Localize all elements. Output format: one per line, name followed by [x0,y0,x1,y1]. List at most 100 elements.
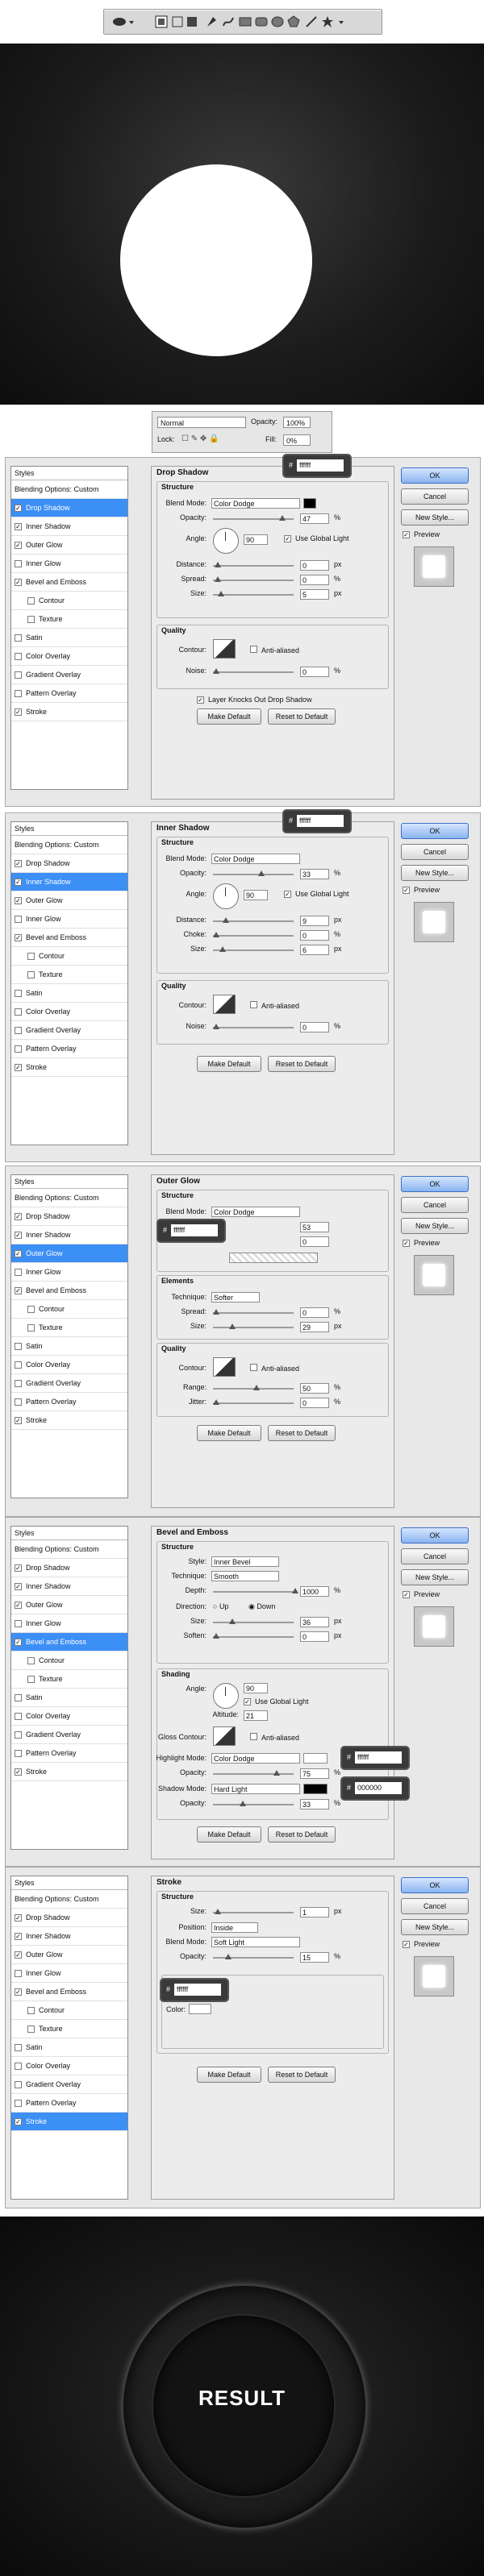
style-item-inner-shadow[interactable]: ✓ Inner Shadow [11,517,127,536]
blend-mode-select[interactable]: Color Dodge [211,1207,300,1217]
style-checkbox[interactable]: ✓ [15,933,22,941]
slider-thumb[interactable] [240,1801,246,1806]
fill-opacity-field[interactable]: 0% [283,434,311,446]
style-item-color-overlay[interactable]: Color Overlay [11,647,127,666]
style-checkbox[interactable] [27,1323,35,1332]
shadow-mode-select[interactable]: Hard Light [211,1784,300,1794]
style-checkbox[interactable] [27,952,35,960]
slider-thumb[interactable] [292,1588,298,1593]
style-checkbox[interactable] [15,1398,22,1406]
style-item-inner-glow[interactable]: Inner Glow [11,910,127,929]
style-item-contour[interactable]: Contour [11,1300,127,1319]
size-field[interactable]: 36 [300,1617,329,1627]
soften-field[interactable]: 0 [300,1631,329,1642]
preview-check[interactable]: ✓ [403,1591,410,1598]
style-checkbox[interactable]: ✓ [15,522,22,530]
style-checkbox[interactable] [27,970,35,978]
noise-field[interactable]: 0 [300,1022,329,1032]
blending-options-item[interactable]: Blending Options: Custom [11,1189,127,1207]
preview-checkbox[interactable]: ✓ Preview [403,1590,440,1598]
hex-field[interactable]: ffffff [171,1224,218,1236]
distance-slider[interactable] [213,562,294,567]
cancel-button[interactable]: Cancel [401,1898,469,1914]
angle-field[interactable]: 90 [244,890,268,900]
style-checkbox[interactable] [27,2025,35,2033]
style-checkbox[interactable] [15,2043,22,2051]
style-item-pattern-overlay[interactable]: Pattern Overlay [11,1040,127,1058]
opacity-field[interactable]: 47 [300,513,329,524]
opacity-slider[interactable] [213,515,294,521]
style-checkbox[interactable] [15,2062,22,2070]
angle-dial[interactable] [213,528,239,554]
cancel-button[interactable]: Cancel [401,844,469,860]
style-item-outer-glow[interactable]: ✓ Outer Glow [11,1946,127,1964]
new-layer-icon[interactable] [154,15,169,29]
style-item-texture[interactable]: Texture [11,966,127,984]
make-default-button[interactable]: Make Default [197,1826,261,1843]
layer-opacity-field[interactable]: 100% [283,417,311,428]
jitter-slider[interactable] [213,1399,294,1405]
style-checkbox[interactable]: ✓ [15,878,22,886]
style-checkbox[interactable] [15,689,22,697]
style-item-stroke[interactable]: ✓ Stroke [11,1411,127,1430]
new-style-button[interactable]: New Style... [401,1919,469,1935]
choke-field[interactable]: 0 [300,930,329,941]
new-style-button[interactable]: New Style... [401,1569,469,1585]
style-checkbox[interactable] [27,1675,35,1683]
range-slider[interactable] [213,1385,294,1390]
size-field[interactable]: 6 [300,945,329,955]
new-style-button[interactable]: New Style... [401,1218,469,1234]
style-item-inner-shadow[interactable]: ✓ Inner Shadow [11,1927,127,1946]
size-field[interactable]: 1 [300,1907,329,1917]
style-checkbox[interactable] [15,1361,22,1369]
style-checkbox[interactable] [15,2080,22,2088]
preview-checkbox[interactable]: ✓ Preview [403,1940,440,1948]
style-item-satin[interactable]: Satin [11,984,127,1003]
style-item-drop-shadow[interactable]: ✓ Drop Shadow [11,499,127,517]
direction-up-radio[interactable]: ○ Up [213,1602,228,1610]
distance-slider[interactable] [213,917,294,923]
style-item-drop-shadow[interactable]: ✓ Drop Shadow [11,854,127,873]
style-item-gradient-overlay[interactable]: Gradient Overlay [11,2075,127,2094]
slider-thumb[interactable] [215,576,221,582]
hex-field[interactable]: ffffff [355,1751,402,1764]
style-checkbox[interactable] [15,634,22,642]
stroke-color-swatch[interactable] [189,2004,211,2014]
ok-button[interactable]: OK [401,1877,469,1893]
ellipse-icon[interactable] [270,15,285,29]
style-checkbox[interactable]: ✓ [15,1564,22,1572]
style-item-gradient-overlay[interactable]: Gradient Overlay [11,666,127,684]
style-item-satin[interactable]: Satin [11,1689,127,1707]
rounded-rectangle-icon[interactable] [254,15,269,29]
blend-mode-select[interactable]: Color Dodge [211,498,300,509]
make-default-button[interactable]: Make Default [197,1425,261,1441]
style-checkbox[interactable]: ✓ [15,578,22,586]
style-checkbox[interactable] [15,915,22,923]
style-checkbox[interactable]: ✓ [15,1231,22,1239]
anti-aliased-option[interactable]: Anti-aliased [250,1364,299,1373]
slider-thumb[interactable] [213,1399,219,1405]
reset-default-button[interactable]: Reset to Default [268,1056,336,1072]
style-checkbox[interactable]: ✓ [15,1638,22,1646]
style-checkbox[interactable]: ✓ [15,896,22,904]
global-light-option[interactable]: ✓ Use Global Light [284,890,349,898]
style-item-satin[interactable]: Satin [11,1337,127,1356]
size-slider[interactable] [213,1618,294,1624]
style-checkbox[interactable] [27,615,35,623]
style-item-pattern-overlay[interactable]: Pattern Overlay [11,1393,127,1411]
spread-field[interactable]: 0 [300,1307,329,1318]
anti-aliased-option[interactable]: Anti-aliased [250,1733,299,1742]
ellipse-tool-icon[interactable] [112,15,130,29]
style-checkbox[interactable] [15,1619,22,1627]
opacity-field[interactable]: 53 [300,1222,329,1232]
depth-slider[interactable] [213,1588,298,1593]
spread-slider[interactable] [213,576,294,582]
style-item-texture[interactable]: Texture [11,2020,127,2038]
hex-field[interactable]: ffffff [174,1984,221,1996]
style-item-color-overlay[interactable]: Color Overlay [11,1003,127,1021]
spread-field[interactable]: 0 [300,575,329,585]
slider-thumb[interactable] [213,1633,219,1639]
reset-default-button[interactable]: Reset to Default [268,2067,336,2083]
size-field[interactable]: 29 [300,1322,329,1332]
make-default-button[interactable]: Make Default [197,2067,261,2083]
